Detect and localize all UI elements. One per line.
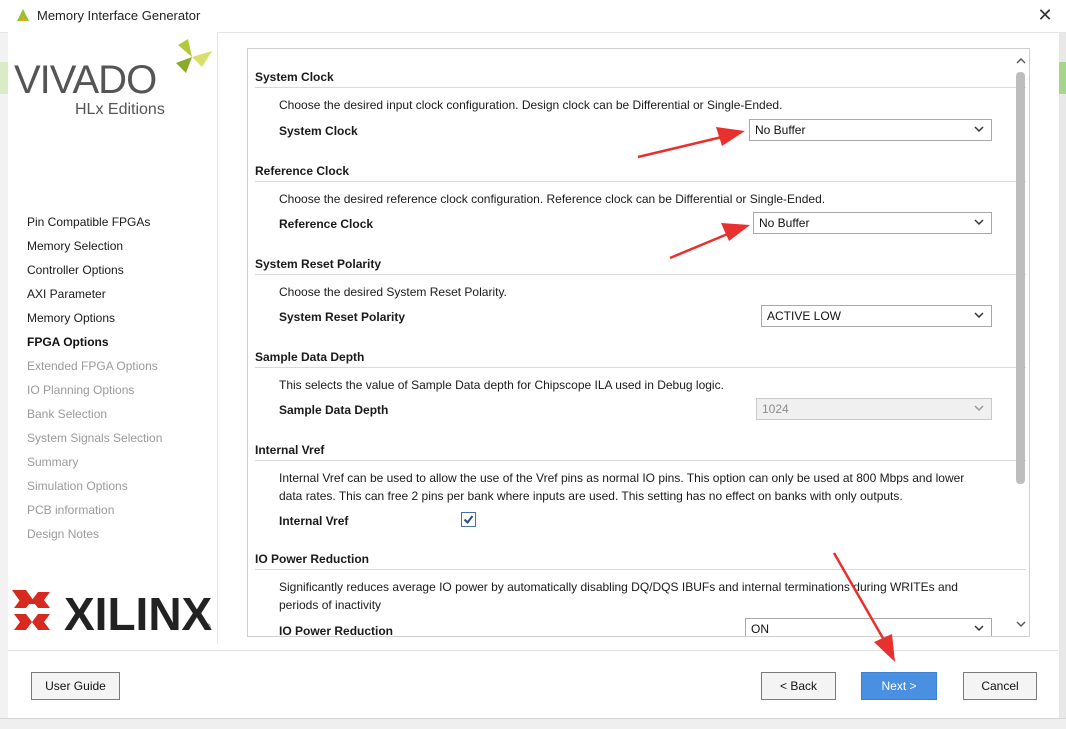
divider [255, 274, 1026, 275]
close-icon[interactable]: ✕ [1034, 4, 1056, 26]
scrollbar-thumb[interactable] [1016, 72, 1025, 484]
section-title-reference-clock: Reference Clock [255, 164, 350, 178]
background-window-edge-right [1059, 32, 1066, 728]
io-power-select[interactable]: ON [745, 618, 992, 636]
section-title-io-power: IO Power Reduction [255, 552, 370, 566]
nav-item-memory-selection[interactable]: Memory Selection [27, 239, 123, 253]
reset-polarity-description: Choose the desired System Reset Polarity… [279, 285, 507, 299]
reset-polarity-select[interactable]: ACTIVE LOW [761, 305, 992, 327]
divider [255, 460, 1026, 461]
section-title-system-clock: System Clock [255, 70, 334, 84]
back-button[interactable]: < Back [761, 672, 836, 700]
section-title-sample-depth: Sample Data Depth [255, 350, 365, 364]
user-guide-button[interactable]: User Guide [31, 672, 120, 700]
system-clock-value: No Buffer [755, 123, 806, 137]
divider [255, 87, 1026, 88]
nav-item-memory-options[interactable]: Memory Options [27, 311, 115, 325]
internal-vref-description-line2: data rates. This can free 2 pins per ban… [279, 489, 903, 503]
reference-clock-label: Reference Clock [279, 217, 374, 231]
checkmark-icon [463, 515, 474, 525]
vivado-edition: HLx Editions [75, 101, 165, 118]
section-title-reset-polarity: System Reset Polarity [255, 257, 382, 271]
chevron-down-icon [974, 219, 984, 226]
nav-item-fpga-options[interactable]: FPGA Options [27, 335, 109, 349]
sample-depth-description: This selects the value of Sample Data de… [279, 378, 724, 392]
nav-item-io-planning-options: IO Planning Options [27, 383, 135, 397]
sample-depth-label: Sample Data Depth [279, 403, 389, 417]
reset-polarity-label: System Reset Polarity [279, 310, 406, 324]
vivado-logo: VIVADO [14, 58, 157, 102]
chevron-down-icon [974, 625, 984, 632]
io-power-description-line2: periods of inactivity [279, 598, 382, 612]
window-title: Memory Interface Generator [37, 8, 201, 23]
chevron-down-icon [974, 312, 984, 319]
scroll-up-icon [1016, 58, 1026, 64]
registered-mark: ® [204, 622, 211, 632]
reset-polarity-value: ACTIVE LOW [767, 309, 842, 323]
fpga-options-panel: System Clock Choose the desired input cl… [247, 48, 1030, 637]
system-clock-label: System Clock [279, 124, 358, 138]
background-window-banner [0, 62, 8, 94]
chevron-down-icon [974, 126, 984, 133]
sample-depth-value: 1024 [762, 402, 789, 416]
chevron-down-icon [974, 405, 984, 412]
xilinx-logo-icon [12, 590, 50, 630]
internal-vref-description-line1: Internal Vref can be used to allow the u… [279, 471, 965, 485]
vivado-app-icon [17, 9, 29, 21]
next-button[interactable]: Next > [861, 672, 937, 700]
divider [255, 181, 1026, 182]
nav-item-controller-options[interactable]: Controller Options [27, 263, 124, 277]
nav-item-axi-parameter[interactable]: AXI Parameter [27, 287, 106, 301]
background-window-banner-right [1059, 62, 1066, 94]
system-clock-description: Choose the desired input clock configura… [279, 98, 783, 112]
nav-item-system-signals-selection: System Signals Selection [27, 431, 163, 445]
reference-clock-description: Choose the desired reference clock confi… [279, 192, 826, 206]
nav-item-summary: Summary [27, 455, 79, 469]
divider [255, 367, 1026, 368]
scroll-down-icon [1016, 621, 1026, 627]
section-title-internal-vref: Internal Vref [255, 443, 325, 457]
nav-item-extended-fpga-options: Extended FPGA Options [27, 359, 158, 373]
cancel-button[interactable]: Cancel [963, 672, 1037, 700]
button-bar-divider [8, 650, 1058, 651]
nav-item-bank-selection: Bank Selection [27, 407, 108, 421]
internal-vref-label: Internal Vref [279, 514, 349, 528]
reference-clock-select[interactable]: No Buffer [753, 212, 992, 234]
nav-item-pin-compatible-fpgas[interactable]: Pin Compatible FPGAs [27, 215, 150, 229]
nav-item-design-notes: Design Notes [27, 527, 100, 541]
xilinx-wordmark: XILINX [64, 588, 213, 640]
io-power-label: IO Power Reduction [279, 624, 394, 637]
nav-item-simulation-options: Simulation Options [27, 479, 128, 493]
sample-depth-select[interactable]: 1024 [756, 398, 992, 420]
reference-clock-value: No Buffer [759, 216, 810, 230]
io-power-value: ON [751, 622, 769, 636]
divider [255, 569, 1026, 570]
system-clock-select[interactable]: No Buffer [749, 119, 992, 141]
io-power-description-line1: Significantly reduces average IO power b… [279, 580, 958, 594]
background-window-bottom [0, 718, 1066, 729]
background-window-edge [0, 32, 8, 728]
vivado-leaf-logo [176, 39, 212, 73]
internal-vref-checkbox[interactable] [461, 512, 476, 527]
nav-item-pcb-information: PCB information [27, 503, 115, 517]
